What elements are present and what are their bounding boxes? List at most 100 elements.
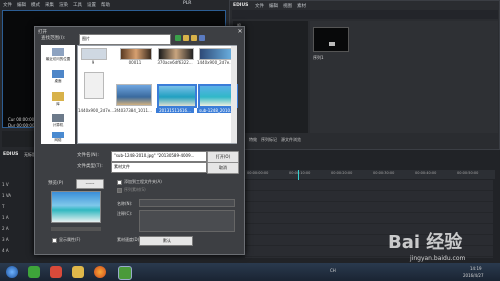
bin-tab-1[interactable]: 特效 [249,137,257,143]
taskbar-app-green-icon[interactable] [28,266,40,278]
library-icon [52,92,64,101]
file-label-1440a: 1440x900_2d7e... [196,60,234,65]
desktop-icon [52,70,64,78]
track-header-6[interactable]: 4 A [2,248,9,253]
sidebar-item-library[interactable]: 库 [41,102,75,107]
file-thumb-00011[interactable] [120,48,152,60]
track-header-3[interactable]: 1 A [2,215,9,220]
bin-window: EDIUS 文件编辑视图素材 根 序列1 素材库特效序列标记源文件浏览 [229,0,500,150]
preview-slider[interactable] [51,227,101,231]
file-list-scrollbar[interactable] [231,46,237,143]
file-label-3f4037: 3f4037384_1011... [114,108,152,113]
timeline-ruler[interactable]: 00:00:00:00 00:00:10:00 00:00:20:00 00:00:3… [245,170,495,179]
track-header-column: 1 V 1 VA T 1 A 2 A 3 A 4 A [2,182,16,258]
cancel-button[interactable]: 取消 [207,162,239,174]
preview-image [51,191,101,223]
timeline-app-label: EDIUS [3,152,19,157]
bin-menu-item-0[interactable]: 文件 [255,3,264,9]
sidebar-item-network[interactable]: 网络 [41,138,75,143]
ruler-tick-3: 00:00:30:00 [373,171,395,175]
track-header-4[interactable]: 2 A [2,226,9,231]
computer-icon [52,114,64,122]
new-folder-icon[interactable] [191,35,197,41]
input-language-indicator[interactable]: CH [330,268,336,273]
up-folder-icon[interactable] [183,35,189,41]
sequence-checkbox[interactable] [117,188,122,193]
watermark-brand: Bai 经验 [388,232,463,253]
file-thumb-1440a[interactable] [199,48,233,60]
track-header-1[interactable]: 1 VA [2,193,11,198]
watermark-site: jingyan.baidu.com [410,255,466,262]
file-thumb-20131[interactable] [157,84,197,108]
player-menu-item-1[interactable]: 编辑 [17,2,26,8]
clip-marker-icon [329,42,335,46]
preview-label: 预览(P) [48,181,64,186]
nav-buttons[interactable] [175,35,215,43]
bin-menu-item-3[interactable]: 素材 [297,3,306,9]
sequence-clip-label: 序列1 [313,55,324,60]
player-menu-item-7[interactable]: 帮助 [101,2,110,8]
start-button-icon[interactable] [6,266,18,278]
taskbar-app-red-icon[interactable] [50,266,62,278]
bin-menu: 文件 编辑 视图 素材 [255,3,306,9]
player-menu-item-4[interactable]: 渲染 [59,2,68,8]
show-info-checkbox[interactable] [52,238,57,243]
bin-tab-2[interactable]: 序列标记 [261,137,277,143]
lookin-label: 查找范围(I): [41,36,66,41]
file-thumb-3f4037[interactable] [116,84,152,106]
clipname-input[interactable] [139,199,235,207]
bin-clip-area: 序列1 [310,21,498,133]
ruler-tick-0: 00:00:00:00 [247,171,269,175]
player-menu-item-5[interactable]: 工具 [73,2,82,8]
speed-dropdown[interactable]: 默认 [139,236,193,246]
view-menu-icon[interactable] [199,35,205,41]
taskbar-edius-icon[interactable] [118,266,132,280]
clock-date: 2016/4/27 [463,273,484,278]
show-info-label: 显示属性(F) [59,237,81,242]
file-label-370ace: 370ace6df6322... [157,60,193,65]
file-label-20131: 20131511616... [156,108,194,113]
sequence-clip-thumbnail[interactable] [313,27,349,52]
track-header-2[interactable]: T [2,204,4,209]
filetype-label: 文件类型(T): [77,164,103,169]
add-project-checkbox[interactable] [117,180,122,185]
filetype-dropdown[interactable]: 素材文件 [111,162,207,173]
timeline-toolbar[interactable] [245,156,495,166]
file-label-00011: 00011 [128,60,142,65]
track-header-0[interactable]: 1 V [2,182,9,187]
ruler-tick-1: 00:00:10:00 [289,171,311,175]
close-icon[interactable]: ✕ [236,28,244,35]
sidebar-item-computer[interactable]: 计算机 [41,123,75,128]
file-thumb-1440b[interactable] [84,72,104,99]
file-list[interactable]: 9 00011 370ace6df6322... 1440x900_2d7e..… [77,45,238,144]
taskbar-folder-icon[interactable] [72,266,84,278]
clock-time: 14:19 [470,266,482,271]
places-sidebar: 最近访问的位置 桌面 库 计算机 网络 [41,45,75,144]
track-header-5[interactable]: 3 A [2,237,9,242]
bin-tab-3[interactable]: 源文件浏览 [281,137,301,143]
comment-input[interactable] [139,210,235,232]
player-menu: 文件 编辑 模式 采集 渲染 工具 设置 帮助 [3,2,110,8]
file-thumb-9[interactable] [81,48,107,60]
sidebar-item-desktop[interactable]: 桌面 [41,79,75,84]
bin-app-label: EDIUS [233,3,249,8]
player-menu-item-2[interactable]: 模式 [31,2,40,8]
filename-input[interactable]: "sub-1248-2010.jpg" "20130589-4009... [111,151,207,162]
player-menu-item-6[interactable]: 设置 [87,2,96,8]
timecode-current: Cur 00:00:00 [8,117,35,122]
preview-play-button[interactable]: ------ [76,179,104,189]
plr-label: PLR [183,1,192,6]
player-menu-item-3[interactable]: 采集 [45,2,54,8]
player-menu-item-0[interactable]: 文件 [3,2,12,8]
sidebar-item-recent[interactable]: 最近访问的位置 [41,57,75,62]
file-thumb-370ace[interactable] [158,48,194,60]
lookin-dropdown[interactable]: 图片 [79,34,171,45]
bin-menu-item-1[interactable]: 编辑 [269,3,278,9]
open-file-dialog: 打开 ✕ 查找范围(I): 图片 最近访问的位置 桌面 库 计算机 网络 9 0… [34,26,245,255]
taskbar-firefox-icon[interactable] [94,266,106,278]
back-icon[interactable] [175,35,181,41]
bin-menu-item-2[interactable]: 视图 [283,3,292,9]
ruler-tick-2: 00:00:20:00 [331,171,353,175]
ruler-tick-4: 00:00:40:00 [415,171,437,175]
bin-toolbar[interactable] [232,10,498,19]
